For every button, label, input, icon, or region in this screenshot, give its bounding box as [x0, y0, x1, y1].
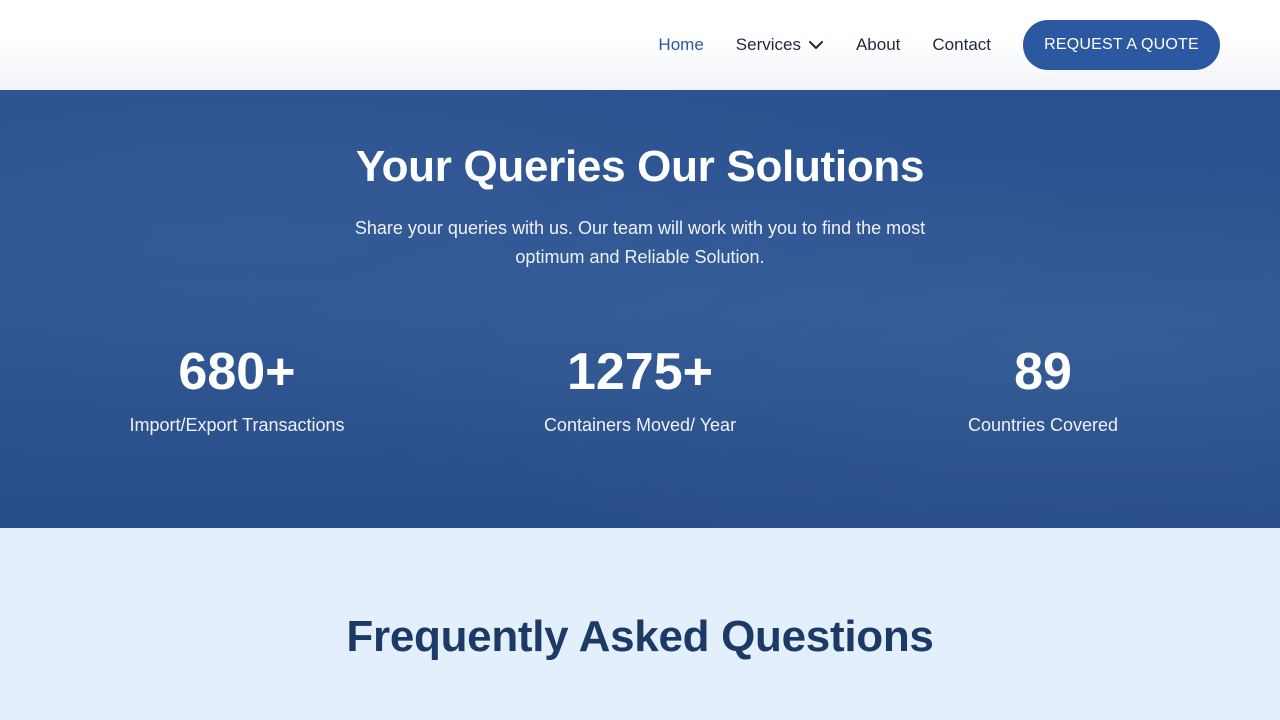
- nav-services-link[interactable]: Services: [736, 35, 824, 55]
- nav-home-link[interactable]: Home: [658, 35, 703, 55]
- hero-section: Your Queries Our Solutions Share your qu…: [0, 90, 1280, 528]
- request-quote-button[interactable]: REQUEST A QUOTE: [1023, 20, 1220, 70]
- stat-value: 1275+: [566, 343, 714, 401]
- nav-contact-link[interactable]: Contact: [932, 35, 991, 55]
- stat-containers: 1275+ Containers Moved/ Year: [440, 340, 840, 436]
- stat-transactions: 680+ Import/Export Transactions: [37, 340, 437, 436]
- chevron-down-icon: [808, 41, 823, 49]
- stat-label: Countries Covered: [967, 415, 1119, 435]
- stat-countries: 89 Countries Covered: [843, 340, 1243, 436]
- nav-about-link[interactable]: About: [856, 35, 900, 55]
- nav-services-label: Services: [735, 35, 801, 54]
- main-nav: Home Services About Contact REQUEST A QU…: [626, 0, 1220, 90]
- faq-section: Frequently Asked Questions: [0, 528, 1280, 720]
- hero-description: Share your queries with us. Our team wil…: [354, 218, 926, 267]
- hero-title: Your Queries Our Solutions: [355, 142, 925, 191]
- stat-label: Containers Moved/ Year: [543, 415, 737, 435]
- faq-title: Frequently Asked Questions: [346, 612, 934, 661]
- site-header: Home Services About Contact REQUEST A QU…: [0, 0, 1280, 90]
- stat-label: Import/Export Transactions: [129, 415, 345, 435]
- stat-value: 89: [1014, 343, 1072, 401]
- stat-value: 680+: [178, 343, 296, 401]
